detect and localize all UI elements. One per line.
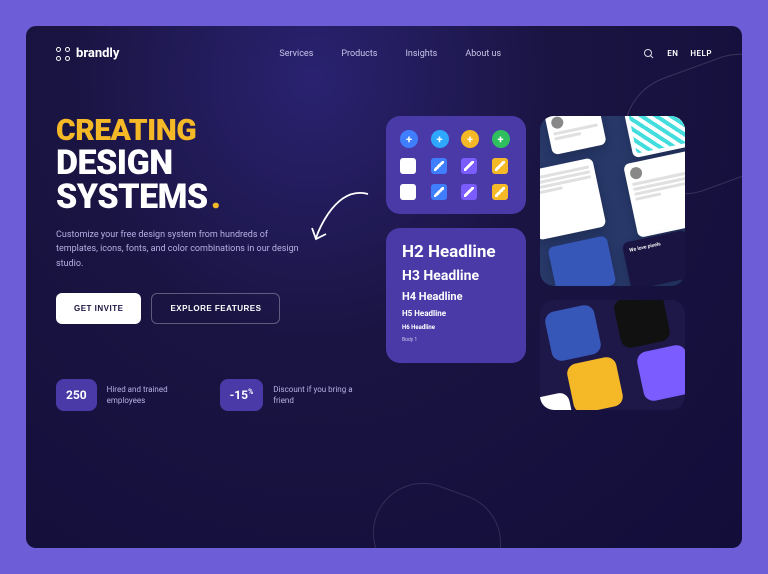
nav-about[interactable]: About us xyxy=(465,49,501,59)
color-palette-card xyxy=(386,116,526,214)
stat-employees-label: Hired and trained employees xyxy=(107,384,190,406)
nav-products[interactable]: Products xyxy=(341,49,377,59)
stats-row: 250 Hired and trained employees -15% Dis… xyxy=(56,379,356,411)
stat-discount-label: Discount if you bring a friend xyxy=(273,384,356,406)
swatch-sq-5[interactable] xyxy=(400,184,416,200)
typo-h2: H2 Headline xyxy=(402,242,510,262)
swatch-sq-8[interactable] xyxy=(492,184,508,200)
typo-h5: H5 Headline xyxy=(402,309,510,318)
hero-title-dot: . xyxy=(211,180,221,214)
header: brandly Services Products Insights About… xyxy=(26,26,742,81)
hero-subtitle: Customize your free design system from h… xyxy=(56,228,306,271)
typography-card: H2 Headline H3 Headline H4 Headline H5 H… xyxy=(386,228,526,363)
logo[interactable]: brandly xyxy=(56,46,119,61)
swatch-add-4[interactable] xyxy=(492,130,510,148)
decorative-shape-bottom xyxy=(359,469,515,548)
color-tiles-mockup xyxy=(540,300,685,410)
search-icon[interactable] xyxy=(643,48,655,60)
swatch-sq-3[interactable] xyxy=(461,158,477,174)
typo-h3: H3 Headline xyxy=(402,268,510,284)
stat-employees-value: 250 xyxy=(56,379,97,411)
main-nav: Services Products Insights About us xyxy=(279,49,501,59)
swatch-sq-4[interactable] xyxy=(492,158,508,174)
nav-insights[interactable]: Insights xyxy=(405,49,437,59)
swatch-add-2[interactable] xyxy=(431,130,449,148)
nav-services[interactable]: Services xyxy=(279,49,313,59)
typo-h4: H4 Headline xyxy=(402,290,510,303)
swatch-sq-7[interactable] xyxy=(461,184,477,200)
main-content: CREATING DESIGN SYSTEMS. Customize your … xyxy=(26,81,742,411)
cards-mockup: We love pixels xyxy=(540,116,685,286)
swatch-add-1[interactable] xyxy=(400,130,418,148)
stat-discount-value: -15% xyxy=(220,379,264,411)
logo-icon xyxy=(56,47,70,61)
swatch-sq-1[interactable] xyxy=(400,158,416,174)
mock-card-title: We love pixels xyxy=(629,241,661,254)
swatch-add-3[interactable] xyxy=(461,130,479,148)
hero-title-line3: SYSTEMS xyxy=(56,180,208,214)
logo-text: brandly xyxy=(76,46,119,61)
typo-h6: H6 Headline xyxy=(402,324,510,331)
swatch-sq-2[interactable] xyxy=(431,158,447,174)
hero-cta-group: GET INVITE EXPLORE FEATURES xyxy=(56,293,356,324)
stat-discount: -15% Discount if you bring a friend xyxy=(220,379,356,411)
help-link[interactable]: HELP xyxy=(690,49,712,58)
swatch-sq-6[interactable] xyxy=(431,184,447,200)
typo-body: Body 1 xyxy=(402,337,510,343)
get-invite-button[interactable]: GET INVITE xyxy=(56,293,141,324)
language-toggle[interactable]: EN xyxy=(667,49,678,58)
showcase: H2 Headline H3 Headline H4 Headline H5 H… xyxy=(386,116,712,411)
header-actions: EN HELP xyxy=(643,48,712,60)
stat-employees: 250 Hired and trained employees xyxy=(56,379,190,411)
explore-features-button[interactable]: EXPLORE FEATURES xyxy=(151,293,280,324)
hero-title-line2: DESIGN xyxy=(56,146,356,180)
hero-section: CREATING DESIGN SYSTEMS. Customize your … xyxy=(56,116,356,411)
hero-title-line1: CREATING xyxy=(56,116,356,146)
